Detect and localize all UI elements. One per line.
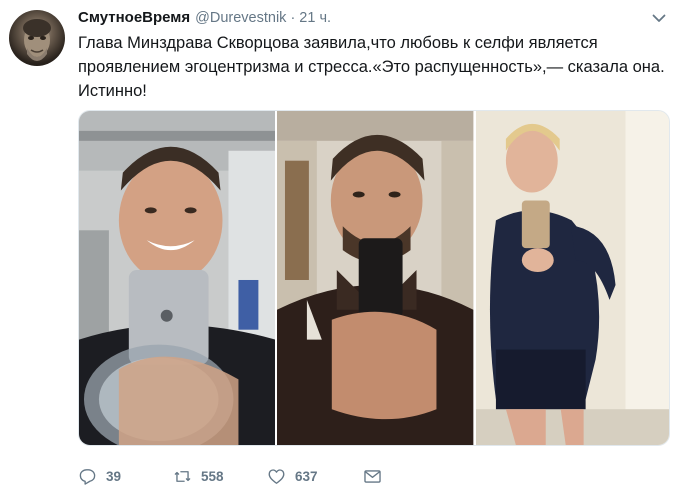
reply-button[interactable]: 39 — [78, 463, 173, 489]
reply-count: 39 — [106, 468, 122, 484]
retweet-button[interactable]: 558 — [173, 463, 267, 489]
display-name[interactable]: СмутноеВремя — [78, 9, 190, 26]
reply-icon — [78, 467, 97, 486]
separator-dot: · — [290, 10, 296, 26]
tweet-header: СмутноеВремя @Durevestnik · 21 ч. — [78, 9, 331, 29]
media-grid — [78, 110, 670, 446]
retweet-icon — [173, 467, 192, 486]
direct-message-button[interactable] — [363, 463, 393, 489]
tweet: СмутноеВремя @Durevestnik · 21 ч. Глава … — [0, 0, 700, 499]
heart-icon — [267, 467, 286, 486]
tweet-text: Глава Минздрава Скворцова заявила,что лю… — [78, 34, 665, 100]
avatar[interactable] — [9, 10, 65, 66]
like-button[interactable]: 637 — [267, 463, 363, 489]
action-bar: 39 558 637 — [78, 463, 393, 489]
chevron-down-icon[interactable] — [650, 9, 668, 27]
envelope-icon — [363, 467, 382, 486]
user-handle[interactable]: @Durevestnik — [195, 10, 286, 26]
like-count: 637 — [295, 468, 318, 484]
timestamp[interactable]: 21 ч. — [299, 10, 331, 26]
photo-selfie-gym[interactable] — [79, 111, 276, 445]
photo-selfie-jacket[interactable] — [277, 111, 474, 445]
photo-selfie-sportswear[interactable] — [475, 111, 669, 445]
retweet-count: 558 — [201, 468, 224, 484]
